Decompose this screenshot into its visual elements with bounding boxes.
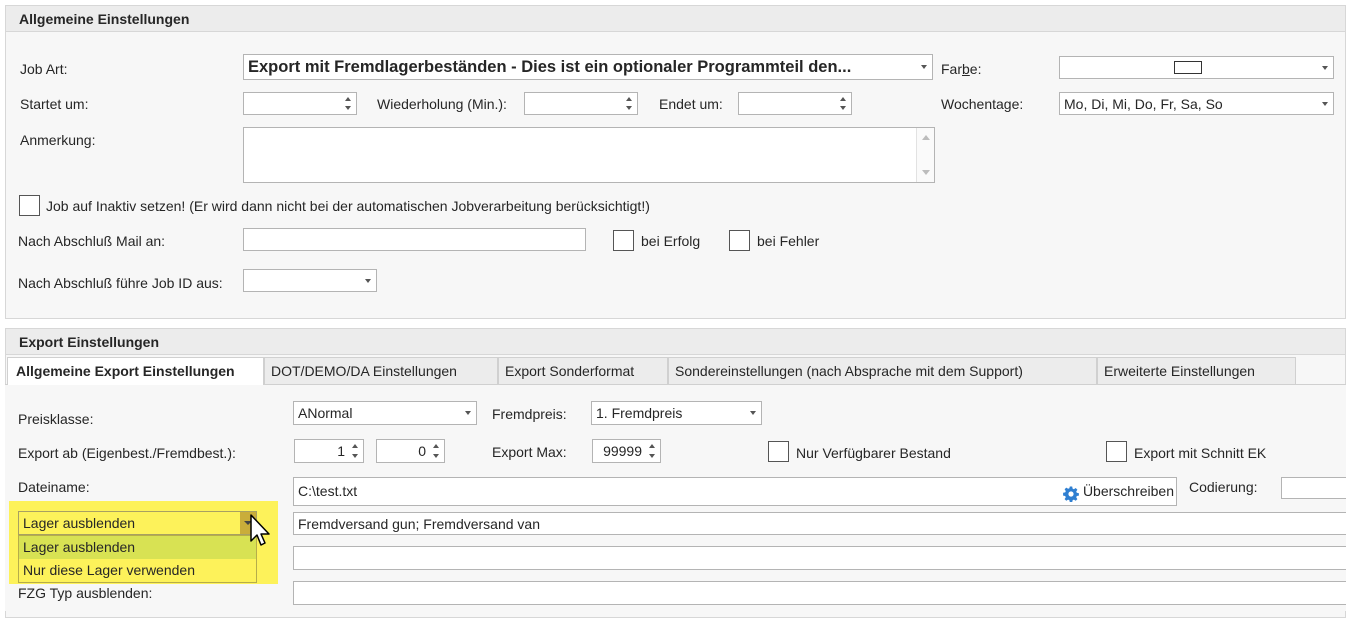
lager-list-input[interactable]: Fremdversand gun; Fremdversand van [293,512,1346,535]
wiederholung-input[interactable] [524,92,638,115]
spin-down-icon [352,454,358,458]
export-settings-header: Export Einstellungen [6,329,1345,355]
inaktiv-checkbox[interactable] [19,195,40,216]
job-art-label: Job Art: [20,61,68,77]
color-swatch [1174,61,1202,74]
dateiname-label: Dateiname: [18,479,90,495]
scroll-up-icon [922,135,930,140]
spin-up-icon [840,97,846,101]
codierung-select[interactable] [1281,477,1346,499]
tab-allgemeine-export[interactable]: Allgemeine Export Einstellungen [7,357,264,385]
wiederholung-label: Wiederholung (Min.): [377,96,507,112]
bei-fehler-checkbox[interactable] [729,230,750,251]
mouse-cursor-icon [250,514,272,550]
fremdpreis-label: Fremdpreis: [492,406,567,422]
chevron-down-icon [365,278,371,283]
anmerkung-label: Anmerkung: [20,132,96,148]
scroll-down-icon [922,170,930,175]
farbe-color-select[interactable] [1059,56,1334,79]
spin-up-icon [352,444,358,448]
job-id-label: Nach Abschluß führe Job ID aus: [18,275,223,291]
spin-up-icon [649,444,655,448]
codierung-label: Codierung: [1189,479,1258,495]
fzg-typ-input[interactable] [293,581,1346,605]
tab-export-sonderformat[interactable]: Export Sonderformat [498,357,668,384]
tab-sondereinstellungen[interactable]: Sondereinstellungen (nach Absprache mit … [668,357,1097,384]
lager-mode-select[interactable]: Lager ausblenden [18,511,257,535]
spin-up-icon [345,97,351,101]
export-ab-label: Export ab (Eigenbest./Fremdbest.): [18,445,236,461]
spin-buttons[interactable] [432,442,441,460]
preisklasse-select[interactable]: ANormal [293,401,477,425]
chevron-down-icon [465,411,471,415]
mail-label: Nach Abschluß Mail an: [18,233,166,249]
startet-um-time-input[interactable] [243,92,357,115]
schnitt-ek-checkbox[interactable] [1106,441,1127,462]
wochentage-label: Wochentage: [941,96,1024,112]
endet-um-time-input[interactable] [738,92,852,115]
row3-input[interactable] [293,546,1346,570]
job-art-value: Export mit Fremdlagerbeständen - Dies is… [248,58,852,76]
tab-dot-demo-da[interactable]: DOT/DEMO/DA Einstellungen [264,357,498,384]
job-art-select[interactable]: Export mit Fremdlagerbeständen - Dies is… [243,54,933,80]
bei-fehler-label: bei Fehler [757,233,820,249]
general-settings-header: Allgemeine Einstellungen [6,6,1345,32]
chevron-down-icon [750,411,756,415]
bei-erfolg-label: bei Erfolg [641,233,701,249]
tab-erweiterte-einstellungen[interactable]: Erweiterte Einstellungen [1097,357,1296,384]
endet-um-label: Endet um: [659,96,723,112]
nur-verfuegbar-label: Nur Verfügbarer Bestand [796,445,951,461]
startet-um-label: Startet um: [20,96,89,112]
bei-erfolg-checkbox[interactable] [613,230,634,251]
export-ab-fremd-input[interactable]: 0 [376,439,445,463]
spin-buttons[interactable] [625,95,634,112]
ueberschreiben-button[interactable]: Überschreiben [1063,478,1174,505]
wochentage-select[interactable]: Mo, Di, Mi, Do, Fr, Sa, So [1059,92,1334,115]
mail-input[interactable] [243,228,586,251]
spin-down-icon [433,454,439,458]
fremdpreis-select[interactable]: 1. Fremdpreis [591,401,762,425]
spin-down-icon [649,454,655,458]
anmerkung-textarea[interactable] [243,127,935,183]
gear-icon [1063,484,1079,503]
export-max-label: Export Max: [492,444,567,460]
spin-buttons[interactable] [648,442,657,460]
spin-down-icon [345,106,351,110]
job-id-select[interactable] [243,269,377,292]
export-max-input[interactable]: 99999 [592,439,661,463]
spin-buttons[interactable] [839,95,848,112]
vertical-scrollbar[interactable] [916,128,934,182]
dropdown-option[interactable]: Nur diese Lager verwenden [19,559,256,582]
fzg-typ-label: FZG Typ ausblenden: [18,585,153,601]
chevron-down-icon [921,65,927,69]
spin-down-icon [840,106,846,110]
spin-down-icon [626,106,632,110]
spin-buttons[interactable] [351,442,360,460]
spin-up-icon [626,97,632,101]
nur-verfuegbar-checkbox[interactable] [768,441,789,462]
farbe-label: Farbe: [941,61,982,77]
lager-dropdown-list: Lager ausblenden Nur diese Lager verwend… [18,535,257,583]
dropdown-option[interactable]: Lager ausblenden [19,536,256,559]
export-ab-eigen-input[interactable]: 1 [294,439,364,463]
preisklasse-label: Preisklasse: [18,411,94,427]
inaktiv-label: Job auf Inaktiv setzen! (Er wird dann ni… [46,198,650,214]
schnitt-ek-label: Export mit Schnitt EK [1134,445,1267,461]
spin-buttons[interactable] [344,95,353,112]
dateiname-input[interactable]: C:\test.txt Überschreiben [293,477,1177,506]
spin-up-icon [433,444,439,448]
chevron-down-icon [1322,101,1328,106]
chevron-down-icon [1322,65,1328,70]
